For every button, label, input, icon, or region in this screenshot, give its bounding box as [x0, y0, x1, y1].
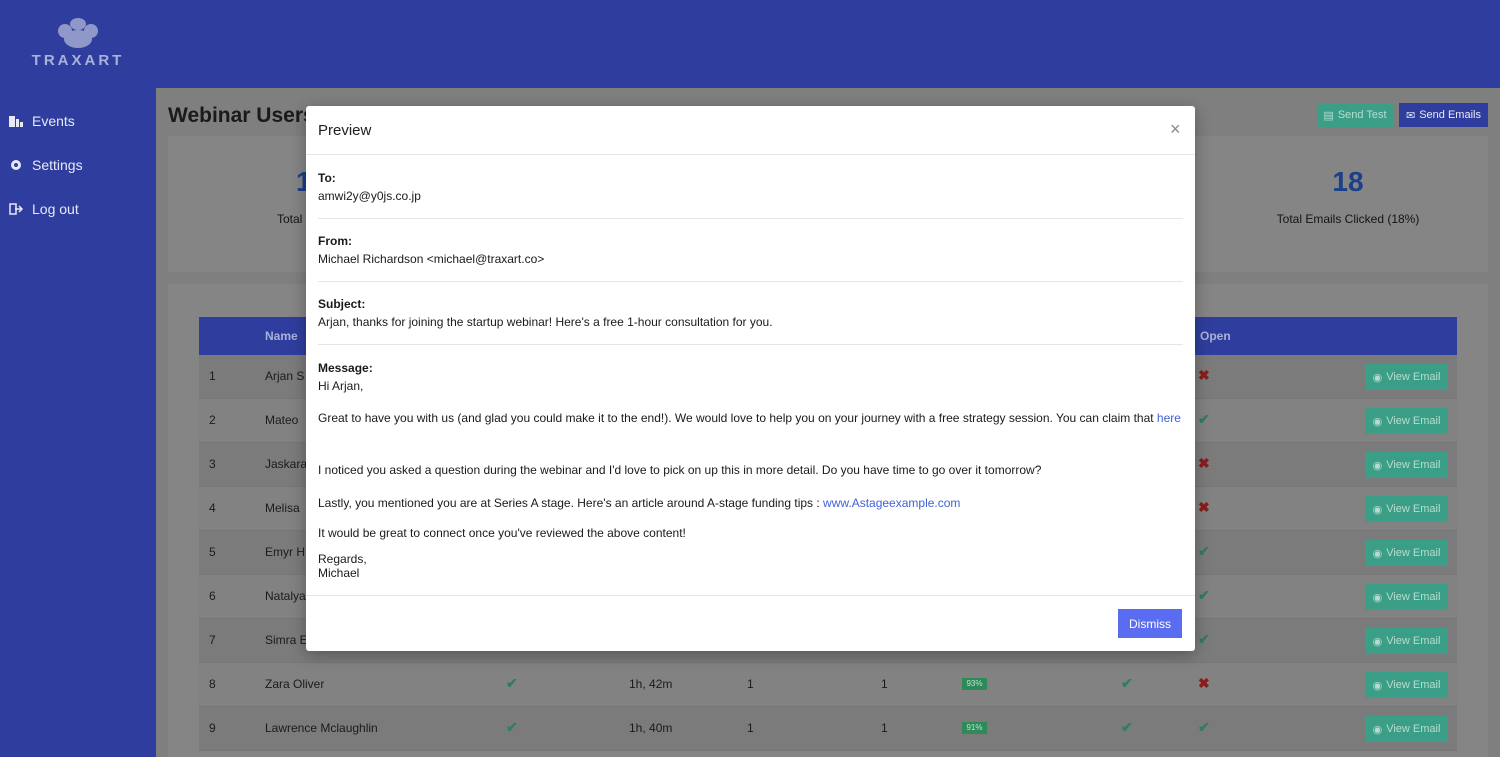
divider	[318, 281, 1183, 282]
close-icon[interactable]: ×	[1170, 119, 1181, 140]
top-bar: TRAXART	[0, 0, 1500, 88]
sidebar-item-events[interactable]: Events	[8, 109, 75, 133]
sidebar: Events Settings Log out	[0, 88, 156, 757]
to-label: To:	[318, 171, 336, 185]
sidebar-item-label: Events	[32, 113, 75, 129]
message-signoff: Regards,	[318, 552, 367, 566]
message-greeting: Hi Arjan,	[318, 379, 364, 393]
message-signature: Michael	[318, 566, 360, 580]
divider	[318, 218, 1183, 219]
dismiss-button[interactable]: Dismiss	[1118, 609, 1182, 638]
modal-header: Preview ×	[306, 106, 1195, 155]
brand-logo[interactable]: TRAXART	[26, 18, 130, 70]
logo-icon	[52, 18, 104, 48]
from-value: Michael Richardson <michael@traxart.co>	[318, 252, 545, 266]
modal-title: Preview	[318, 122, 372, 139]
subject-value: Arjan, thanks for joining the startup we…	[318, 315, 773, 329]
article-link[interactable]: www.Astageexample.com	[823, 496, 960, 510]
message-paragraph: Lastly, you mentioned you are at Series …	[318, 496, 961, 510]
from-label: From:	[318, 234, 352, 248]
claim-link[interactable]: here	[1157, 411, 1181, 425]
message-paragraph: Great to have you with us (and glad you …	[318, 411, 1181, 425]
gear-icon	[11, 160, 21, 170]
message-paragraph: I noticed you asked a question during th…	[318, 463, 1042, 477]
modal-footer: Dismiss	[306, 595, 1195, 651]
sidebar-item-label: Log out	[32, 201, 79, 217]
message-label: Message:	[318, 361, 373, 375]
logout-icon	[9, 203, 24, 215]
events-icon	[9, 116, 23, 127]
sidebar-item-logout[interactable]: Log out	[8, 197, 79, 221]
sidebar-item-settings[interactable]: Settings	[8, 153, 83, 177]
sidebar-item-label: Settings	[32, 157, 83, 173]
to-value: amwi2y@y0js.co.jp	[318, 189, 421, 203]
logo-text: TRAXART	[31, 52, 125, 69]
message-paragraph: It would be great to connect once you've…	[318, 526, 686, 540]
subject-label: Subject:	[318, 297, 366, 311]
divider	[318, 344, 1183, 345]
preview-modal: Preview × To: amwi2y@y0js.co.jp From: Mi…	[306, 106, 1195, 651]
